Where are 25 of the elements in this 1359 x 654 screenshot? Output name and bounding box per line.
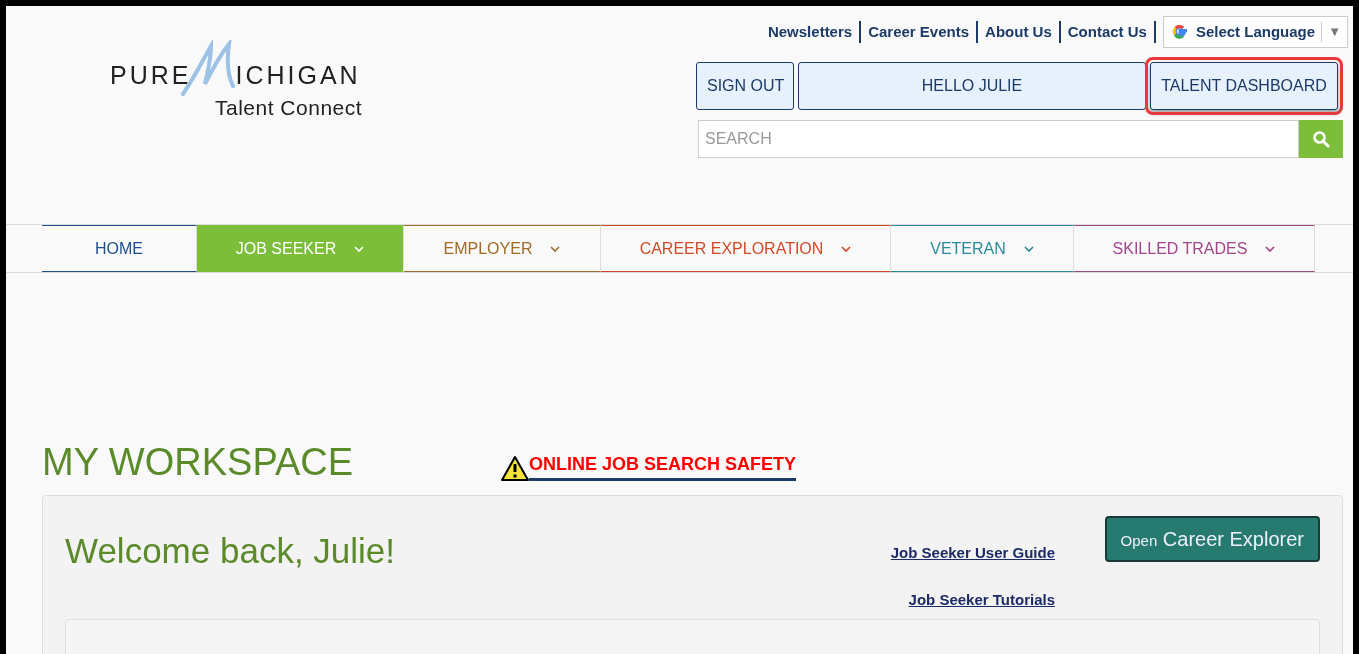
logo-text: PURE [110, 63, 192, 88]
search-icon [1312, 130, 1330, 148]
top-link[interactable]: Newsletters [760, 21, 862, 43]
guide-link[interactable]: Job Seeker User Guide [890, 542, 1055, 565]
nav-tab[interactable]: CAREER EXPLORATION [601, 225, 891, 272]
account-button[interactable]: SIGN OUT [696, 62, 794, 110]
safety-link[interactable]: ONLINE JOB SEARCH SAFETY [529, 451, 797, 481]
search-field[interactable]: SEARCH [698, 120, 1299, 158]
guide-link[interactable]: Job Seeker Tutorials [908, 588, 1055, 611]
top-link[interactable]: About Us [978, 21, 1061, 43]
logo-tagline: Talent Connect [215, 95, 364, 121]
warning-icon [501, 455, 530, 481]
language-label: Select Language [1195, 21, 1316, 42]
top-link[interactable]: Contact Us [1060, 21, 1156, 43]
nav-tab[interactable]: EMPLOYER [404, 225, 601, 272]
welcome-heading: Welcome back, Julie! [65, 530, 397, 572]
account-button[interactable]: HELLO JULIE [798, 62, 1146, 110]
page-title: MY WORKSPACE [42, 443, 354, 481]
career-explorer-button[interactable]: Open Career Explorer [1104, 516, 1320, 562]
search-button[interactable] [1299, 120, 1343, 158]
top-link[interactable]: Career Events [861, 21, 979, 43]
nav-tab[interactable]: SKILLED TRADES [1074, 225, 1315, 272]
logo-text: ICHIGAN [235, 63, 361, 88]
language-select[interactable]: Select Language ▼ [1162, 16, 1348, 48]
nav-tab[interactable]: VETERAN [891, 225, 1074, 272]
